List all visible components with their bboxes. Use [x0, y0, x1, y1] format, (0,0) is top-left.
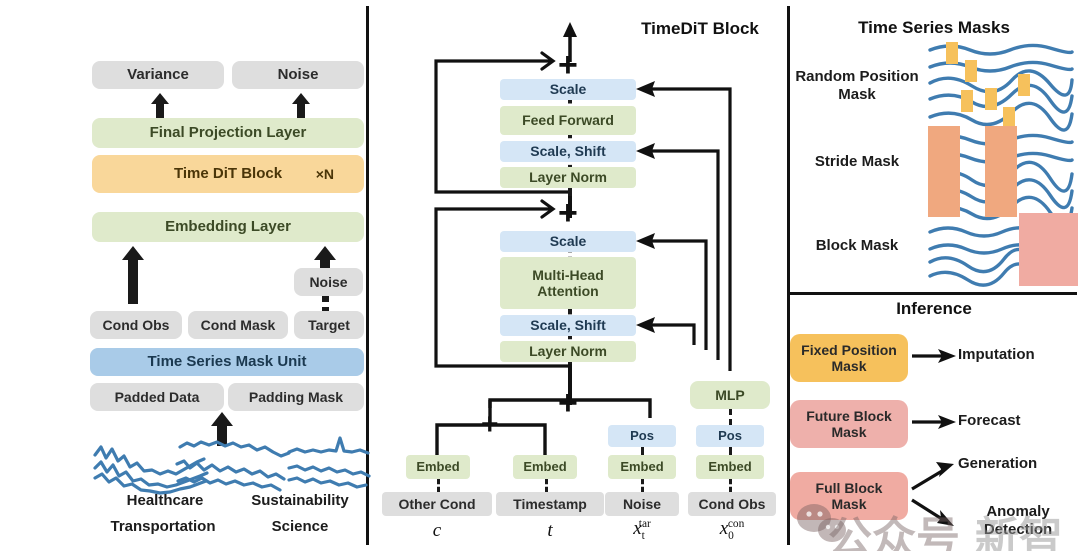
inference-task-forecast: Forecast [958, 412, 1021, 429]
inference-task-generation: Generation [958, 455, 1038, 472]
inference-arrows [911, 349, 956, 526]
inference-task-anomaly-detection: Anomaly Detection [983, 503, 1053, 538]
inference-task-imputation: Imputation [958, 346, 1035, 363]
